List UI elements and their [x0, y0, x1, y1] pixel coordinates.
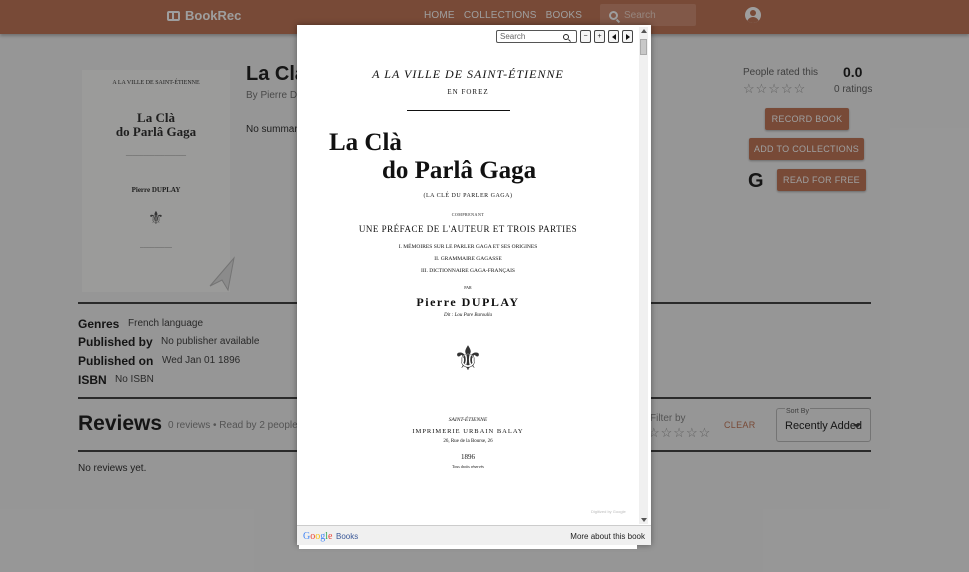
- previous-page-icon[interactable]: [608, 30, 619, 43]
- google-logo[interactable]: Google: [303, 531, 332, 542]
- page-author: Pierre DUPLAY: [416, 295, 520, 309]
- search-icon[interactable]: [563, 33, 569, 40]
- page-subtitle: (LA CLÉ DU PARLER GAGA): [423, 193, 513, 199]
- more-about-book-link[interactable]: More about this book: [570, 532, 645, 541]
- page-line-2: EN FOREZ: [447, 88, 489, 96]
- zoom-out-icon[interactable]: −: [580, 30, 591, 43]
- scroll-up-icon[interactable]: [641, 29, 647, 33]
- page-rights: Tous droits réservés: [452, 464, 484, 469]
- page-comprenant: COMPRENANT: [451, 212, 485, 217]
- page-part-2: II. GRAMMAIRE GAGASSE: [434, 256, 502, 262]
- coat-of-arms-icon: ⚜: [452, 341, 484, 378]
- page-part-1: I. MÉMOIRES SUR LE PARLER GAGA ET SES OR…: [398, 244, 538, 250]
- zoom-in-icon[interactable]: +: [594, 30, 605, 43]
- next-page-icon[interactable]: [622, 30, 633, 43]
- digitized-watermark: Digitized by Google: [591, 509, 626, 514]
- page-year: 1896: [461, 453, 475, 461]
- book-page[interactable]: A LA VILLE DE SAINT-ÉTIENNE EN FOREZ La …: [299, 27, 637, 549]
- viewer-search: [496, 30, 577, 43]
- viewer-footer: Google Books More about this book: [297, 525, 651, 545]
- scroll-thumb[interactable]: [640, 39, 647, 55]
- viewer-scrollbar[interactable]: [639, 27, 648, 524]
- page-address: 26, Rue de la Bourse, 26: [443, 439, 493, 444]
- page-city: SAINT-ÉTIENNE: [448, 417, 488, 423]
- page-rule: [407, 110, 510, 111]
- page-par: PAR: [464, 285, 472, 290]
- viewer-search-input[interactable]: [497, 32, 559, 41]
- page-line-1: A LA VILLE DE SAINT-ÉTIENNE: [372, 67, 564, 81]
- book-preview-modal: A LA VILLE DE SAINT-ÉTIENNE EN FOREZ La …: [297, 25, 651, 549]
- page-preface: UNE PRÉFACE DE L'AUTEUR ET TROIS PARTIES: [358, 224, 578, 234]
- page-title-1: La Clà: [329, 129, 402, 156]
- page-printer: IMPRIMERIE URBAIN BALAY: [412, 428, 524, 435]
- page-title-2: do Parlâ Gaga: [382, 157, 537, 184]
- page-part-3: III. DICTIONNAIRE GAGA-FRANÇAIS: [421, 268, 515, 274]
- page-dit: Dit : Lou Pare Baroulla: [444, 313, 492, 318]
- scroll-down-icon[interactable]: [641, 518, 647, 522]
- google-books-label[interactable]: Books: [336, 532, 358, 541]
